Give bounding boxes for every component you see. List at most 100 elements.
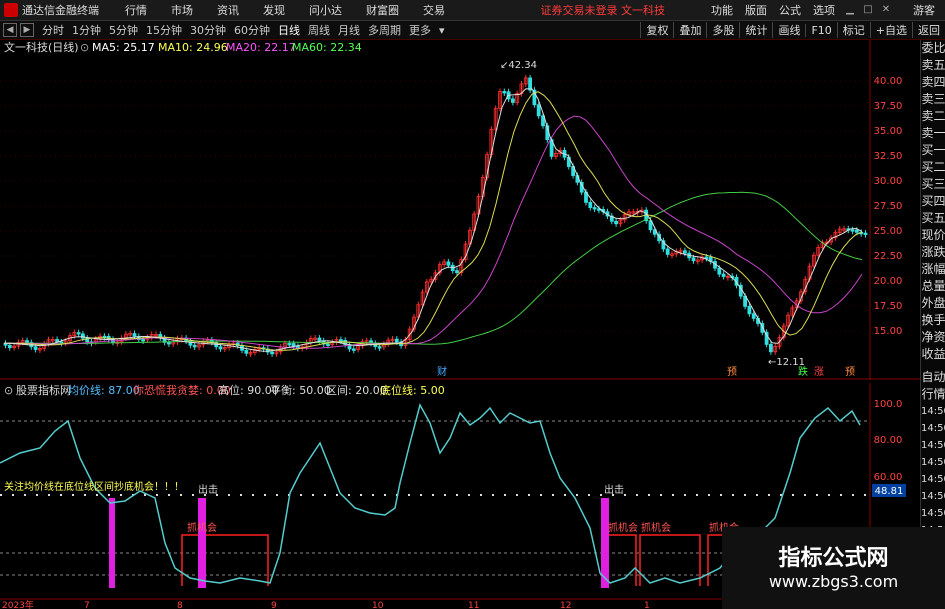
candle-body bbox=[377, 346, 382, 349]
period-60min[interactable]: 60分钟 bbox=[234, 22, 270, 38]
side-item[interactable]: 涨跌 bbox=[921, 244, 945, 261]
candle-body bbox=[166, 341, 171, 345]
side-item[interactable]: 卖三 bbox=[921, 91, 945, 108]
price-axis-ticks: 40.00 37.50 35.00 32.50 30.00 27.50 25.0… bbox=[874, 76, 903, 337]
menu-item-market[interactable]: 市场 bbox=[171, 2, 193, 18]
candle-body bbox=[132, 333, 137, 337]
price-tick-label: 37.50 bbox=[874, 101, 903, 112]
side-item[interactable]: 涨幅 bbox=[921, 261, 945, 278]
login-notice[interactable]: 证券交易未登录 文一科技 bbox=[541, 2, 666, 18]
candle-body bbox=[218, 346, 223, 350]
side-item[interactable]: 卖二 bbox=[921, 108, 945, 125]
menu-item-discover[interactable]: 发现 bbox=[263, 2, 285, 18]
price-chart-title: 文一科技(日线) bbox=[4, 40, 79, 54]
watermark-title: 指标公式网 bbox=[778, 546, 889, 571]
period-weekly[interactable]: 周线 bbox=[308, 22, 330, 38]
forecast-marker[interactable]: 预 bbox=[845, 366, 855, 378]
price-tick-label: 30.00 bbox=[874, 176, 903, 187]
menu-item-quotes[interactable]: 行情 bbox=[125, 2, 147, 18]
attention-text: 关注均价线在底位线区间抄底机会！！！ bbox=[4, 480, 184, 493]
side-item[interactable]: 现价 bbox=[921, 227, 945, 244]
side-item[interactable]: 卖四 bbox=[921, 74, 945, 91]
price-chart[interactable]: 40.00 37.50 35.00 32.50 30.00 27.50 25.0… bbox=[0, 40, 920, 380]
mark-button[interactable]: 标记 bbox=[836, 22, 870, 38]
add-watchlist-button[interactable]: +自选 bbox=[869, 22, 912, 38]
side-item[interactable]: 外盘 bbox=[921, 295, 945, 312]
ma5-label: MA5: 25.17 bbox=[92, 41, 155, 54]
period-more[interactable]: 更多 bbox=[409, 22, 431, 38]
side-item[interactable]: 总量 bbox=[921, 278, 945, 295]
side-item[interactable]: 买二 bbox=[921, 159, 945, 176]
back-button[interactable]: 返回 bbox=[912, 22, 945, 38]
candle-body bbox=[317, 337, 322, 342]
attack-label: 出击 bbox=[604, 483, 624, 496]
side-item[interactable]: 卖一 bbox=[921, 125, 945, 142]
price-tick-label: 32.50 bbox=[874, 151, 903, 162]
ma60-line bbox=[4, 191, 863, 345]
period-5min[interactable]: 5分钟 bbox=[109, 22, 138, 38]
date-label: 7 bbox=[84, 601, 90, 609]
f10-button[interactable]: F10 bbox=[805, 23, 836, 37]
period-daily[interactable]: 日线 bbox=[278, 22, 300, 38]
side-item[interactable]: 买四 bbox=[921, 193, 945, 210]
side-item[interactable]: 收益 bbox=[921, 346, 945, 363]
overlay-button[interactable]: 叠加 bbox=[673, 22, 706, 38]
settings-icon[interactable]: ⊙ bbox=[80, 41, 89, 54]
minimize-icon[interactable]: ▁ bbox=[845, 5, 855, 15]
chance-label: 抓机会 bbox=[641, 521, 671, 534]
close-icon[interactable]: ✕ bbox=[881, 5, 891, 15]
tick-time: 14:50 bbox=[921, 423, 945, 434]
finance-marker[interactable]: 财 bbox=[437, 365, 447, 378]
candle-body bbox=[270, 351, 275, 355]
period-1min[interactable]: 1分钟 bbox=[72, 22, 101, 38]
prev-stock-icon[interactable]: ◀ bbox=[3, 23, 17, 37]
guest-button[interactable]: 游客 bbox=[913, 2, 935, 18]
menu-item-layout[interactable]: 版面 bbox=[745, 2, 767, 18]
candle-body bbox=[351, 348, 356, 351]
menu-item-ask[interactable]: 问小达 bbox=[309, 2, 342, 18]
candle-body bbox=[588, 201, 593, 208]
indicator-tick: 100.0 bbox=[874, 399, 903, 410]
maximize-icon[interactable]: □ bbox=[863, 5, 873, 15]
menu-item-formula[interactable]: 公式 bbox=[779, 2, 801, 18]
menu-item-trade[interactable]: 交易 bbox=[423, 2, 445, 18]
stats-button[interactable]: 统计 bbox=[739, 22, 772, 38]
current-value: 48.81 bbox=[875, 486, 904, 497]
more-dropdown-icon[interactable]: ▾ bbox=[439, 24, 445, 37]
side-item[interactable]: 净资 bbox=[921, 329, 945, 346]
adjust-button[interactable]: 复权 bbox=[640, 22, 673, 38]
date-label: 9 bbox=[271, 601, 277, 609]
side-item[interactable]: 买一 bbox=[921, 142, 945, 159]
side-item[interactable]: 买三 bbox=[921, 176, 945, 193]
candlesticks bbox=[3, 74, 868, 357]
menu-item-news[interactable]: 资讯 bbox=[217, 2, 239, 18]
menu-item-options[interactable]: 选项 bbox=[813, 2, 835, 18]
forecast-marker[interactable]: 预 bbox=[727, 366, 737, 378]
candle-body bbox=[141, 339, 146, 342]
draw-line-button[interactable]: 画线 bbox=[772, 22, 805, 38]
candle-body bbox=[510, 98, 515, 103]
side-item[interactable]: 自动 bbox=[921, 369, 945, 386]
candle-body bbox=[747, 305, 752, 315]
multi-stock-button[interactable]: 多股 bbox=[706, 22, 739, 38]
signal-bar bbox=[109, 498, 115, 588]
indicator-toggle-icon[interactable]: ⊙ bbox=[4, 384, 13, 397]
candle-body bbox=[665, 248, 670, 255]
period-monthly[interactable]: 月线 bbox=[338, 22, 360, 38]
side-item[interactable]: 买五 bbox=[921, 210, 945, 227]
candle-body bbox=[863, 232, 868, 235]
period-15min[interactable]: 15分钟 bbox=[146, 22, 182, 38]
fall-marker[interactable]: 跌 bbox=[798, 365, 808, 378]
menu-item-wealth[interactable]: 财富圈 bbox=[366, 2, 399, 18]
period-intraday[interactable]: 分时 bbox=[42, 22, 64, 38]
side-item[interactable]: 行情 bbox=[921, 386, 945, 403]
period-multi[interactable]: 多周期 bbox=[368, 22, 401, 38]
side-item[interactable]: 换手 bbox=[921, 312, 945, 329]
period-30min[interactable]: 30分钟 bbox=[190, 22, 226, 38]
rise-marker[interactable]: 涨 bbox=[814, 366, 824, 378]
next-stock-icon[interactable]: ▶ bbox=[20, 23, 34, 37]
side-item[interactable]: 卖五 bbox=[921, 57, 945, 74]
price-tick-label: 15.00 bbox=[874, 326, 903, 337]
menu-item-function[interactable]: 功能 bbox=[711, 2, 733, 18]
side-item[interactable]: 委比 bbox=[921, 40, 945, 57]
